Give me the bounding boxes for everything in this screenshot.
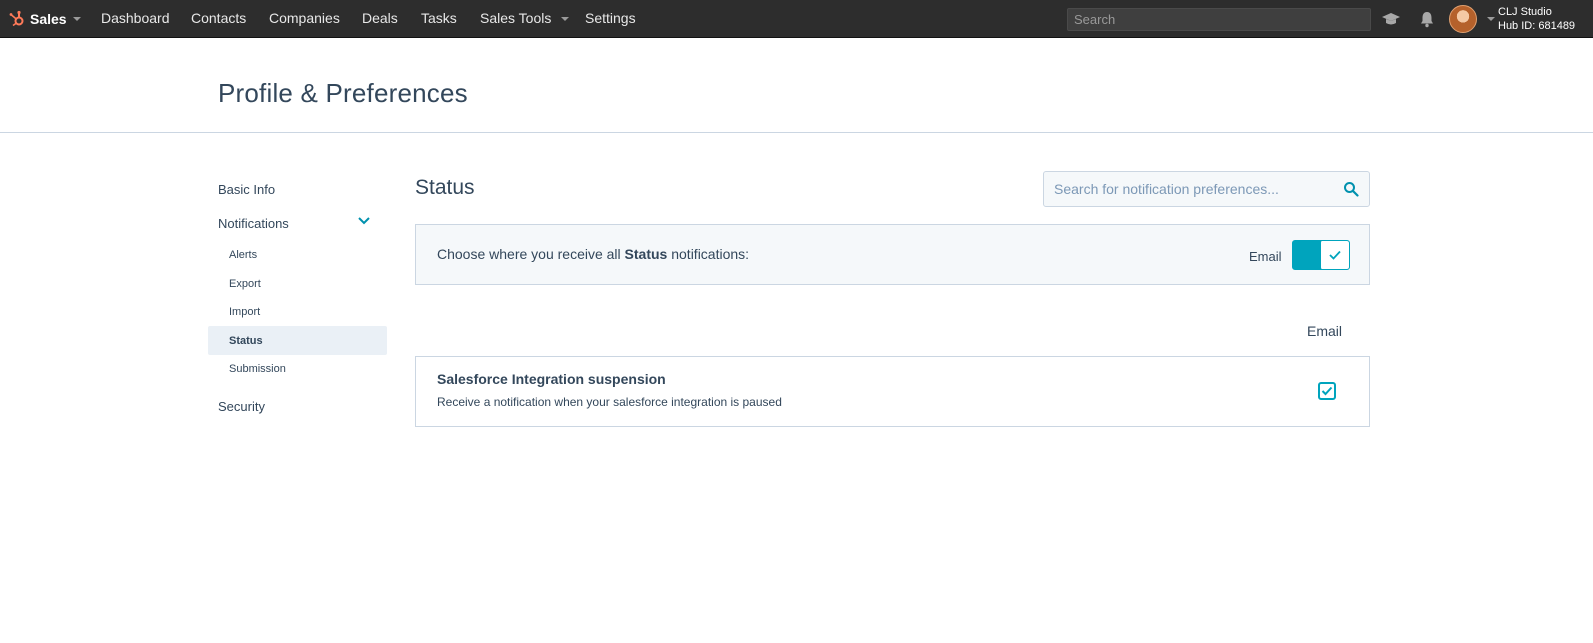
- sidebar-item-notifications[interactable]: Notifications: [218, 216, 289, 231]
- email-toggle[interactable]: [1292, 240, 1350, 270]
- global-search-input[interactable]: [1067, 8, 1371, 31]
- user-avatar[interactable]: [1449, 5, 1477, 33]
- email-toggle-label: Email: [1249, 249, 1282, 264]
- account-info[interactable]: CLJ Studio Hub ID: 681489: [1498, 5, 1575, 33]
- account-name: CLJ Studio: [1498, 6, 1552, 18]
- all-notifications-panel: Choose where you receive all Status noti…: [415, 224, 1370, 285]
- hub-id: Hub ID: 681489: [1498, 20, 1576, 32]
- top-navigation-bar: Sales Dashboard Contacts Companies Deals…: [0, 0, 1593, 38]
- nav-tasks[interactable]: Tasks: [421, 0, 457, 37]
- preferences-search: [1043, 171, 1370, 207]
- email-checkbox[interactable]: [1318, 382, 1336, 400]
- sales-menu[interactable]: Sales: [8, 0, 81, 37]
- section-title: Status: [415, 176, 475, 199]
- chevron-down-icon[interactable]: [357, 216, 371, 226]
- preferences-search-input[interactable]: [1044, 172, 1324, 206]
- nav-settings[interactable]: Settings: [585, 0, 636, 37]
- notifications-bell-icon[interactable]: [1417, 9, 1437, 29]
- nav-sales-tools[interactable]: Sales Tools: [480, 0, 570, 37]
- all-notifications-label: Choose where you receive all Status noti…: [437, 246, 749, 262]
- nav-contacts[interactable]: Contacts: [191, 0, 246, 37]
- page-header: Profile & Preferences: [0, 38, 1593, 133]
- sidebar-item-export[interactable]: Export: [229, 278, 261, 290]
- all-notifications-type: Status: [624, 246, 668, 262]
- sidebar-item-basic-info[interactable]: Basic Info: [218, 182, 275, 197]
- toggle-knob: [1320, 241, 1349, 269]
- sidebar-item-import[interactable]: Import: [229, 306, 260, 318]
- academy-graduation-cap-icon[interactable]: [1381, 9, 1401, 29]
- checkmark-icon: [1329, 250, 1341, 260]
- checkmark-icon: [1321, 386, 1333, 396]
- sales-menu-label: Sales: [30, 10, 67, 27]
- nav-sales-tools-label: Sales Tools: [480, 10, 552, 26]
- chevron-down-icon: [561, 17, 570, 22]
- nav-dashboard[interactable]: Dashboard: [101, 0, 170, 37]
- notification-title: Salesforce Integration suspension: [437, 371, 666, 387]
- search-icon[interactable]: [1343, 181, 1359, 197]
- notification-description: Receive a notification when your salesfo…: [437, 395, 782, 409]
- sidebar-item-status[interactable]: Status: [229, 335, 263, 347]
- page-title: Profile & Preferences: [218, 78, 468, 108]
- hubspot-sprocket-icon: [9, 10, 24, 26]
- chevron-down-icon[interactable]: [1487, 17, 1495, 21]
- sidebar-item-submission[interactable]: Submission: [229, 363, 286, 375]
- chevron-down-icon: [72, 16, 81, 21]
- notification-row: Salesforce Integration suspension Receiv…: [415, 356, 1370, 427]
- sidebar-item-alerts[interactable]: Alerts: [229, 249, 257, 261]
- nav-companies[interactable]: Companies: [269, 0, 340, 37]
- sidebar-item-security[interactable]: Security: [218, 399, 265, 414]
- nav-deals[interactable]: Deals: [362, 0, 398, 37]
- all-notifications-prefix: Choose where you receive all: [437, 246, 625, 262]
- email-column-header: Email: [1307, 323, 1343, 339]
- all-notifications-suffix: notifications:: [667, 246, 750, 262]
